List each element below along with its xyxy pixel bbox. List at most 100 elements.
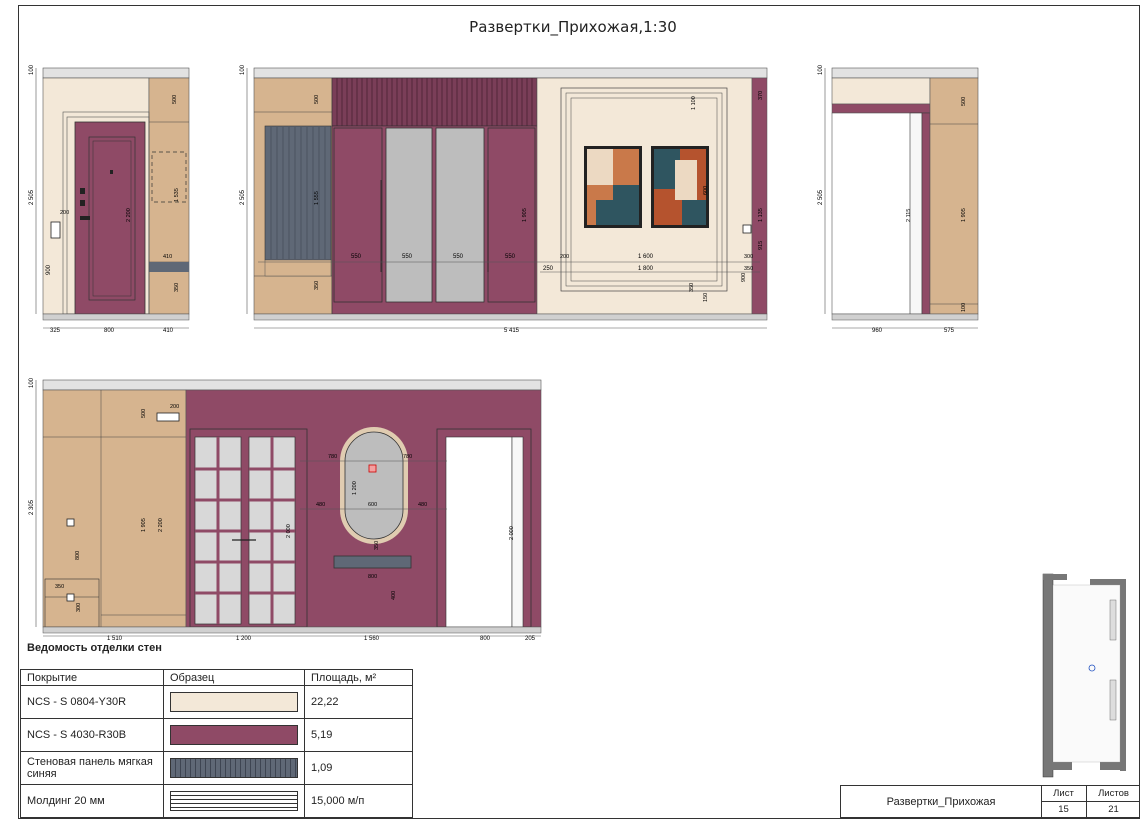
finish-swatch [163,718,305,752]
dim-d-v2: 2 305 [29,499,35,515]
dim-b-i6: 550 [453,254,464,260]
dim-a-i4: 410 [163,254,172,260]
finish-name: Молдинг 20 мм [20,784,164,818]
dim-c-h1: 960 [872,328,883,334]
dim-b-i8: 1 905 [522,208,528,222]
dim-c-h2: 575 [944,328,955,334]
dim-a-i5: 350 [174,283,180,292]
dim-d-i10: 780 [403,454,412,460]
dim-d-h2: 1 200 [236,636,252,642]
dim-d-i16: 800 [368,574,377,580]
dim-c-v2: 2 505 [818,189,824,205]
dim-a-h2: 800 [104,328,115,334]
dim-d-h3: 1 560 [364,636,380,642]
col-header-area: Площадь, м² [304,669,413,686]
finish-area: 5,19 [304,718,413,752]
dim-b-i11: 1 600 [638,254,654,260]
sheet-number: 15 [1041,802,1087,817]
dim-d-i11: 1 200 [352,481,358,495]
dim-b-i16: 370 [758,91,764,100]
finish-name: NCS - S 4030-R30B [20,718,164,752]
dim-b-i21: 915 [758,241,764,250]
dim-b-v2: 2 505 [240,189,246,205]
dim-a-v3: 900 [46,264,52,275]
dim-b-i15: 900 [741,273,747,282]
dim-b-v1: 100 [240,64,246,75]
title-block-name: Развертки_Прихожая [841,786,1042,817]
dim-b-i19: 1 135 [758,208,764,222]
dim-b-i17: 1 100 [691,96,697,110]
sheet-label: Лист [1041,786,1087,802]
dim-d-i4: 2 200 [158,518,164,532]
dim-b-h1: 5 415 [504,328,520,334]
dim-c-v1: 100 [818,64,824,75]
dim-b-i10: 200 [560,254,569,260]
dim-d-i3: 1 905 [141,518,147,532]
dim-b-i9: 250 [543,266,554,272]
finish-area: 1,09 [304,751,413,785]
finish-swatch [163,751,305,785]
dim-d-h5: 205 [525,636,536,642]
dim-d-i1: 200 [170,404,179,410]
finish-swatch [163,685,305,719]
elevation-a: 100 2 505 900 325 800 410 500 2 200 1 53… [29,64,190,334]
dim-c-i3: 1 905 [961,208,967,222]
dim-b-i2: 1 555 [314,191,320,205]
dim-a-i1: 500 [172,95,178,104]
dim-d-i14: 480 [418,502,427,508]
dim-d-i12: 480 [316,502,325,508]
dim-b-i12: 1 800 [638,266,654,272]
dim-a-v2: 2 505 [29,189,35,205]
dim-d-i5: 800 [75,551,81,560]
dim-b-i4: 550 [351,254,362,260]
dim-a-i3: 1 535 [174,188,180,202]
elevation-d: 100 2 305 1 510 1 200 1 560 800 205 200 … [29,377,542,642]
finish-name: NCS - S 0804-Y30R [20,685,164,719]
sheets-total: 21 [1108,804,1119,815]
table-row: Молдинг 20 мм 15,000 м/п [20,784,413,818]
dim-b-i20: 350 [689,283,695,292]
dim-a-v1: 100 [29,64,35,75]
table-row: Стеновая панель мягкая синяя 1,09 [20,751,413,785]
dim-d-i9: 780 [328,454,337,460]
dim-c-i1: 2 115 [906,209,912,222]
dim-b-i18: 600 [703,186,709,195]
dim-d-i15: 350 [374,541,380,550]
dim-d-v1: 100 [29,377,35,388]
dim-d-i8: 2 000 [286,524,292,538]
dim-b-i1: 500 [314,95,320,104]
dim-c-i2: 500 [961,97,967,106]
dim-b-i7: 550 [505,254,516,260]
dim-d-i6: 350 [55,584,64,590]
table-row: NCS - S 0804-Y30R 22,22 [20,685,413,719]
dim-a-i6: 200 [60,210,69,216]
dim-b-i5: 550 [402,254,413,260]
col-header-sample: Образец [163,669,305,686]
dim-b-i22: 150 [703,293,709,302]
key-plan [1042,573,1126,778]
sheets-label: Листов [1087,786,1140,802]
dim-d-i13: 600 [368,502,377,508]
finish-swatch [163,784,305,818]
dim-d-i17: 400 [391,591,397,600]
table-row: NCS - S 4030-R30B 5,19 [20,718,413,752]
finish-name: Стеновая панель мягкая синяя [20,751,164,785]
dim-d-h4: 800 [480,636,491,642]
dim-b-i14: 350 [744,266,753,272]
finish-area: 22,22 [304,685,413,719]
dim-b-i13: 300 [744,254,753,260]
title-block: Развертки_Прихожая Лист Листов 15 21 [840,785,1140,818]
dim-a-h1: 325 [50,328,61,334]
dim-b-i3: 350 [314,281,320,290]
dim-d-i7: 300 [76,603,82,612]
dim-d-i2: 500 [141,409,147,418]
col-header-finish: Покрытие [20,669,164,686]
finish-area: 15,000 м/п [304,784,413,818]
dim-a-i2: 2 200 [126,208,132,222]
finish-table: Покрытие Образец Площадь, м² NCS - S 080… [20,669,413,818]
elevation-b: 100 2 505 5 415 500 1 555 350 550 550 55… [240,64,768,334]
elevation-c: 100 2 505 960 575 2 115 500 1 905 100 [818,64,979,334]
dim-d-i18: 2 000 [509,526,515,540]
finish-table-title: Ведомость отделки стен [27,642,162,654]
dim-c-i4: 100 [961,303,967,312]
